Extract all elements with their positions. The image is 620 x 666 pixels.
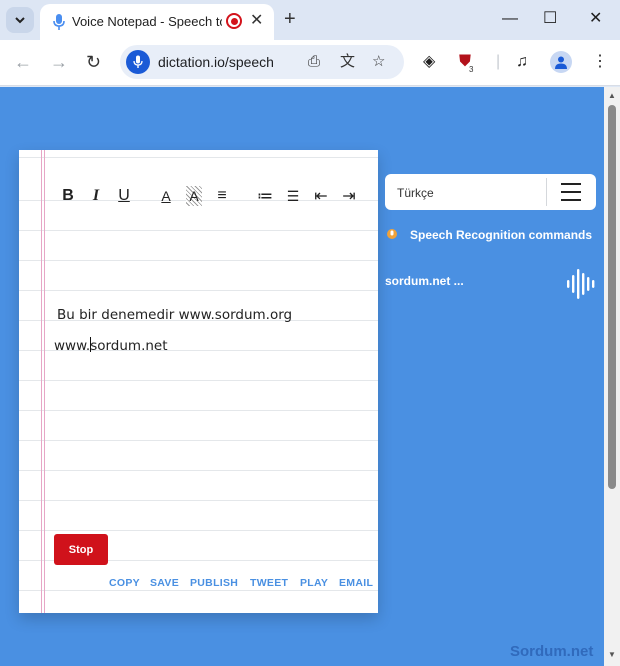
align-icon[interactable]: ≡ — [214, 186, 230, 206]
note-line: Bu bir denemedir www.sordum.org — [57, 307, 293, 323]
forward-icon[interactable]: → — [50, 52, 68, 72]
reload-icon[interactable]: ↻ — [86, 52, 101, 72]
microphone-favicon-icon — [53, 14, 65, 30]
scroll-down-icon[interactable]: ▼ — [608, 650, 616, 659]
page-scrollbar[interactable]: ▲ ▼ — [604, 87, 620, 666]
speech-commands-icon — [386, 227, 400, 244]
toolbar-divider: | — [496, 53, 501, 70]
publish-link[interactable]: PUBLISH — [190, 577, 238, 589]
more-menu-icon[interactable]: ⋮ — [592, 53, 608, 71]
language-value: Türkçe — [397, 186, 434, 200]
bullet-list-icon[interactable]: ☰ — [285, 186, 301, 206]
email-link[interactable]: EMAIL — [339, 577, 373, 589]
address-bar[interactable]: dictation.io/speech ⎙ 文 ☆ — [120, 45, 404, 79]
chevron-down-icon — [15, 17, 25, 24]
ordered-list-icon[interactable]: ≔ — [257, 186, 273, 206]
install-app-icon[interactable]: ⎙ — [308, 53, 320, 71]
copy-link[interactable]: COPY — [109, 577, 140, 589]
highlight-icon[interactable]: A — [186, 186, 202, 206]
bold-icon[interactable]: B — [60, 186, 76, 206]
save-link[interactable]: SAVE — [150, 577, 179, 589]
text-color-icon[interactable]: A — [158, 186, 174, 206]
page-viewport: B I U A A ≡ ≔ ☰ ⇤ ⇥ Bu bir denemedir www… — [0, 87, 604, 666]
stop-button[interactable]: Stop — [54, 534, 108, 565]
back-icon[interactable]: ← — [14, 52, 32, 72]
note-text-segment: sordum.net — [90, 338, 168, 354]
browser-tab[interactable]: Voice Notepad - Speech to ✕ — [40, 4, 274, 40]
url-text: dictation.io/speech — [158, 54, 274, 70]
bookmark-star-icon[interactable]: ☆ — [372, 53, 385, 71]
italic-icon[interactable]: I — [88, 186, 104, 206]
recording-icon — [226, 13, 242, 29]
extension-badge: 3 — [467, 65, 476, 74]
tab-title: Voice Notepad - Speech to — [72, 14, 222, 29]
tab-strip: Voice Notepad - Speech to ✕ + — ☐ ✕ — [0, 0, 620, 40]
language-select[interactable]: Türkçe — [385, 174, 596, 210]
tab-search-button[interactable] — [6, 7, 34, 33]
browser-toolbar: ← → ↻ dictation.io/speech ⎙ 文 ☆ ◈ ⛊ 3 | … — [0, 40, 620, 86]
note-line: www.sordum.net — [54, 337, 168, 354]
media-control-icon[interactable]: ♫ — [516, 53, 528, 71]
layers-extension-icon[interactable]: ◈ — [423, 53, 435, 71]
select-divider — [546, 178, 547, 206]
play-link[interactable]: PLAY — [300, 577, 328, 589]
notepad-editor[interactable]: B I U A A ≡ ≔ ☰ ⇤ ⇥ Bu bir denemedir www… — [19, 150, 378, 613]
minimize-icon[interactable]: — — [502, 9, 518, 29]
translate-icon[interactable]: 文 — [340, 53, 355, 71]
tab-close-icon[interactable]: ✕ — [250, 12, 263, 30]
outdent-icon[interactable]: ⇤ — [313, 186, 329, 206]
microphone-icon[interactable] — [126, 50, 150, 74]
close-window-icon[interactable]: ✕ — [589, 9, 602, 29]
margin-line — [41, 150, 42, 613]
hamburger-menu-icon[interactable] — [561, 183, 581, 201]
scroll-thumb[interactable] — [608, 105, 616, 489]
maximize-icon[interactable]: ☐ — [543, 9, 557, 29]
speech-commands-link[interactable]: Speech Recognition commands — [410, 228, 592, 242]
interim-transcript: sordum.net ... — [385, 274, 464, 288]
tweet-link[interactable]: TWEET — [250, 577, 288, 589]
note-text-segment: www. — [54, 338, 91, 354]
sound-wave-icon — [567, 269, 595, 299]
new-tab-button[interactable]: + — [284, 8, 296, 30]
profile-avatar-icon[interactable] — [550, 51, 572, 73]
watermark: Sordum.net — [510, 643, 594, 660]
scroll-up-icon[interactable]: ▲ — [608, 91, 616, 100]
indent-icon[interactable]: ⇥ — [341, 186, 357, 206]
margin-line — [44, 150, 45, 613]
underline-icon[interactable]: U — [116, 186, 132, 206]
